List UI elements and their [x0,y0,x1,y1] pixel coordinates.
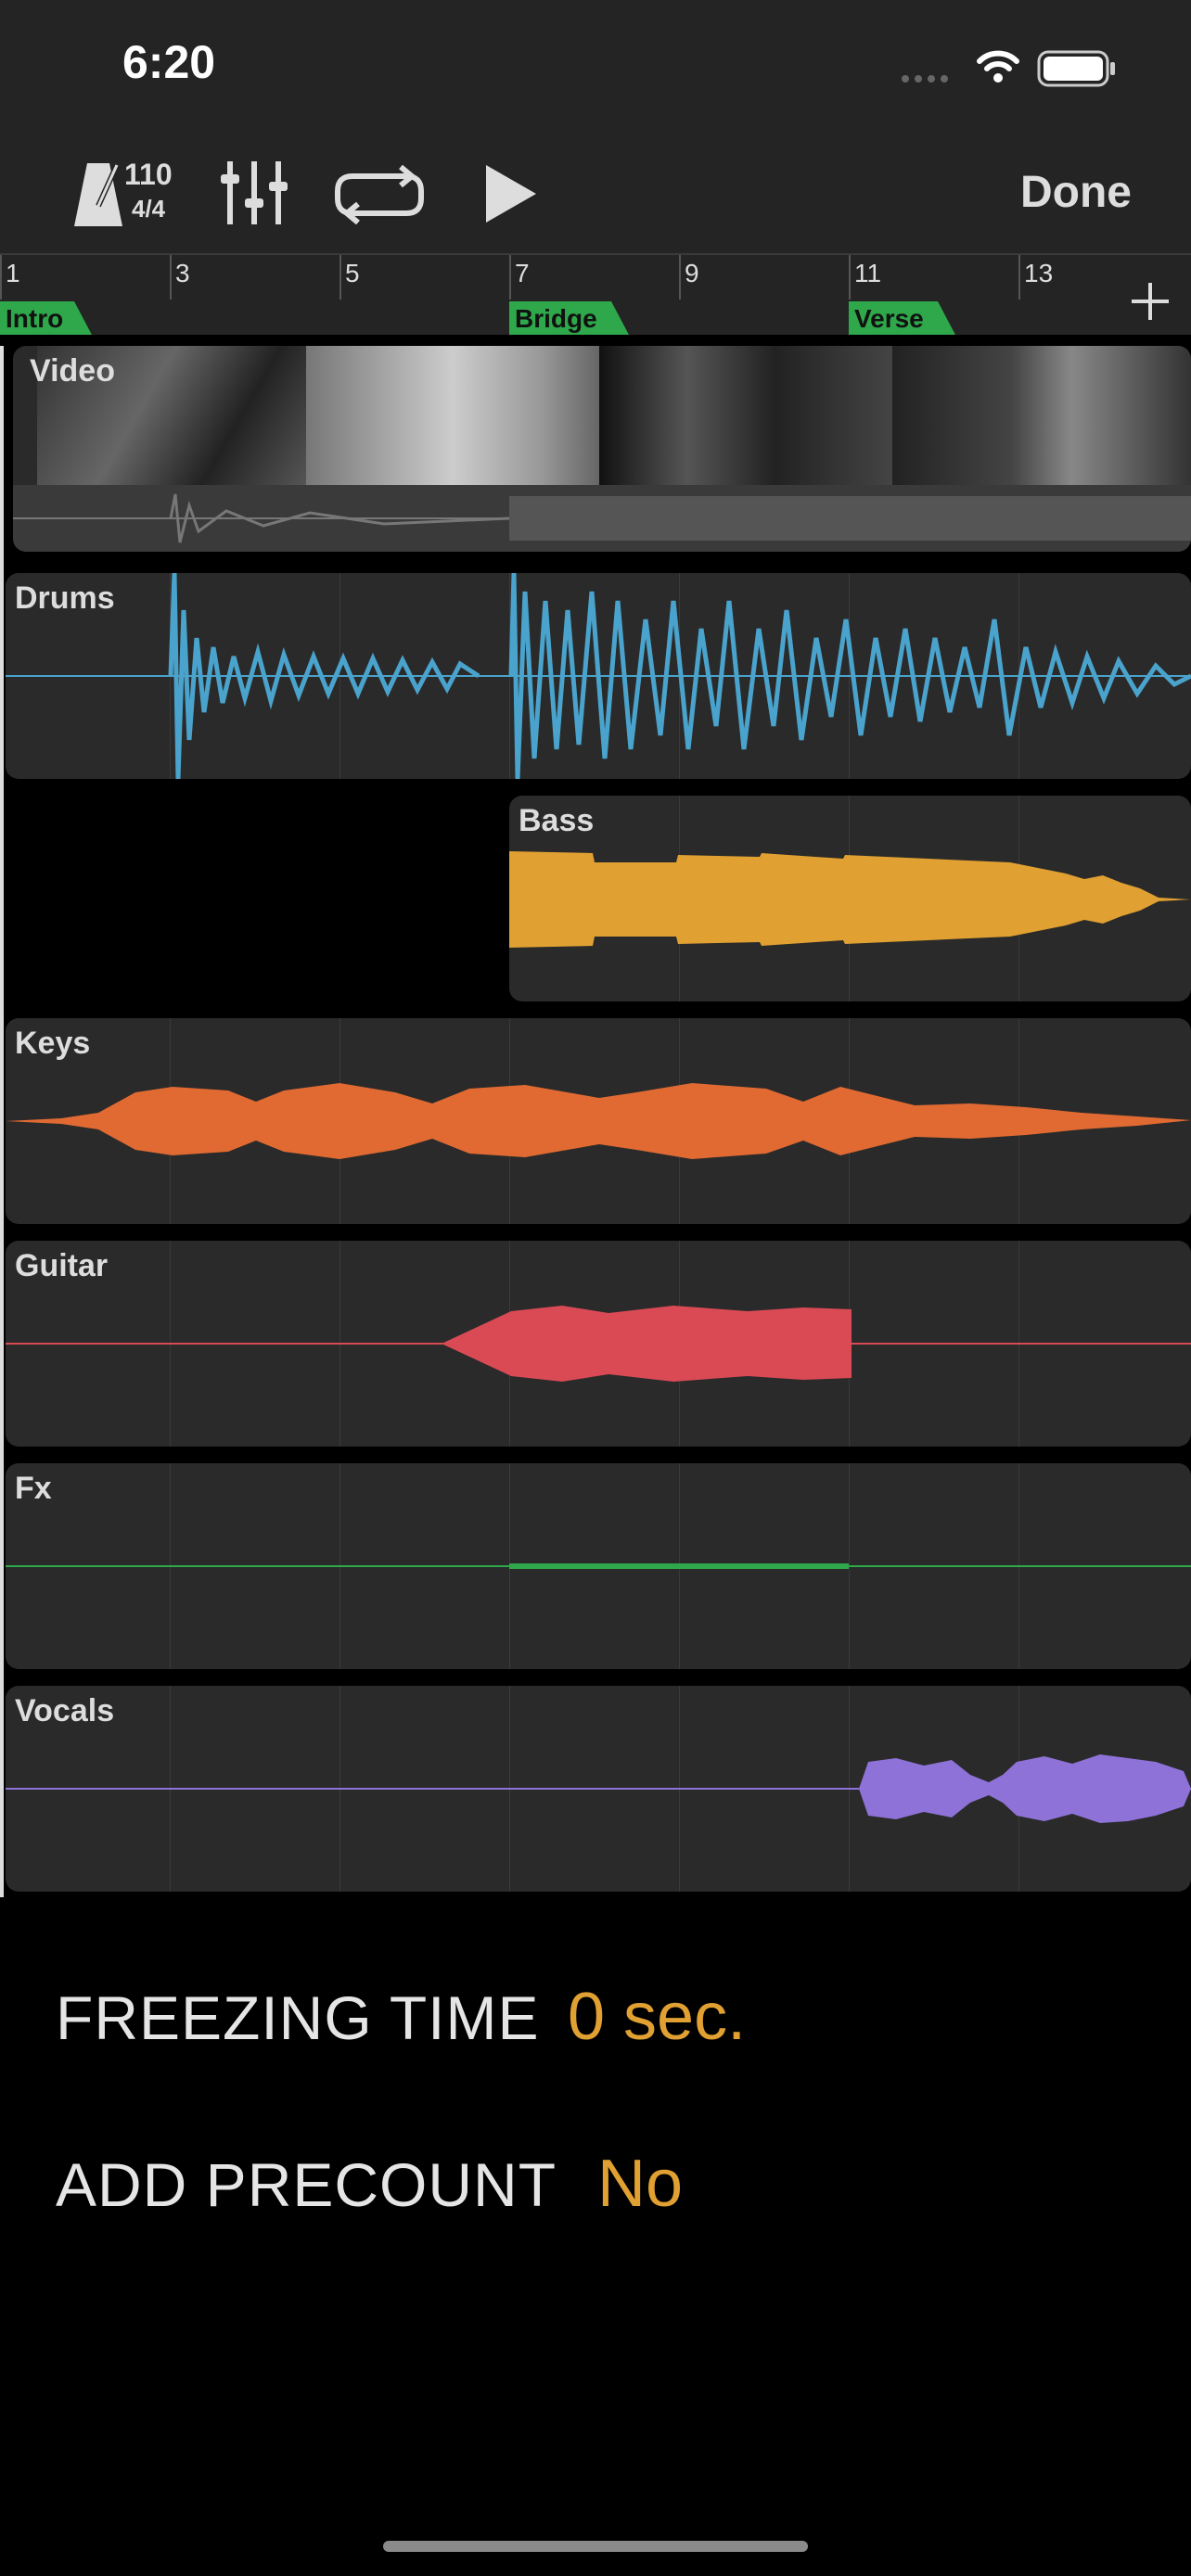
track-fx[interactable]: Fx [6,1463,1191,1669]
marker-verse[interactable]: Verse [849,301,956,337]
track-bass[interactable]: Bass [509,796,1191,1001]
track-keys[interactable]: Keys [6,1018,1191,1224]
marker-bridge[interactable]: Bridge [509,301,630,337]
track-video[interactable]: Video [13,346,1191,552]
video-thumbnail [599,346,892,485]
tempo-value[interactable]: 110 [124,158,173,192]
keys-waveform [6,1083,1191,1159]
ruler-tick [1018,255,1020,300]
vocals-waveform [6,1754,1191,1823]
ruler-tick [339,255,341,300]
battery-icon [1037,50,1117,92]
playhead[interactable] [0,346,4,1904]
timeline-ruler[interactable]: 1 3 5 7 9 11 13 Intro Bridge Verse [0,253,1191,335]
bar-number: 13 [1024,259,1054,287]
ruler-tick [509,255,511,300]
track-drums[interactable]: Drums [6,573,1191,779]
add-precount-label: ADD PRECOUNT [56,2150,557,2219]
play-icon[interactable] [482,161,540,231]
track-name: Guitar [15,1248,109,1283]
bar-number: 9 [685,259,699,287]
track-vocals[interactable]: Vocals [6,1686,1191,1892]
cellular-signal-icon [902,72,954,90]
track-name: Vocals [15,1693,115,1728]
track-name: Video [30,353,115,389]
loop-icon[interactable] [334,164,425,229]
add-precount-value[interactable]: No [597,2146,683,2222]
bar-number: 1 [6,259,20,287]
ruler-tick [679,255,681,300]
freezing-time-label: FREEZING TIME [56,1983,540,2052]
bar-number: 11 [854,259,882,287]
home-indicator[interactable] [383,2541,808,2552]
video-audio-waveform [13,485,1191,552]
export-settings: FREEZING TIME 0 sec. ADD PRECOUNT No [0,1897,1191,2576]
freezing-time-value[interactable]: 0 sec. [568,1979,746,2055]
track-name: Drums [15,580,115,616]
video-thumbnail [892,346,1191,485]
guitar-waveform [6,1306,1191,1382]
ruler-tick [170,255,172,300]
ruler-tick [849,255,851,300]
track-name: Keys [15,1026,91,1061]
marker-intro[interactable]: Intro [0,301,93,337]
bar-number: 7 [515,259,530,287]
bar-number: 3 [175,259,190,287]
fx-waveform [6,1563,1191,1569]
ruler-tick [0,255,2,300]
toolbar: 110 4/4 Done [0,130,1191,253]
track-name: Fx [15,1471,52,1506]
track-name: Bass [519,803,595,838]
drums-waveform [6,573,1191,779]
track-guitar[interactable]: Guitar [6,1241,1191,1447]
status-bar: 6:20 [0,0,1191,130]
track-area: Video Drums Bass Keys Guitar Fx Vocals [0,335,1191,1904]
mixer-icon[interactable] [219,158,289,233]
add-marker-icon[interactable] [1130,281,1171,326]
bass-waveform [509,851,1191,948]
bar-number: 5 [345,259,360,287]
wifi-icon [976,48,1020,88]
status-time: 6:20 [122,36,216,88]
metronome-icon[interactable] [70,159,126,235]
done-button[interactable]: Done [1020,167,1132,218]
video-thumbnail [306,346,599,485]
time-signature[interactable]: 4/4 [132,195,165,223]
